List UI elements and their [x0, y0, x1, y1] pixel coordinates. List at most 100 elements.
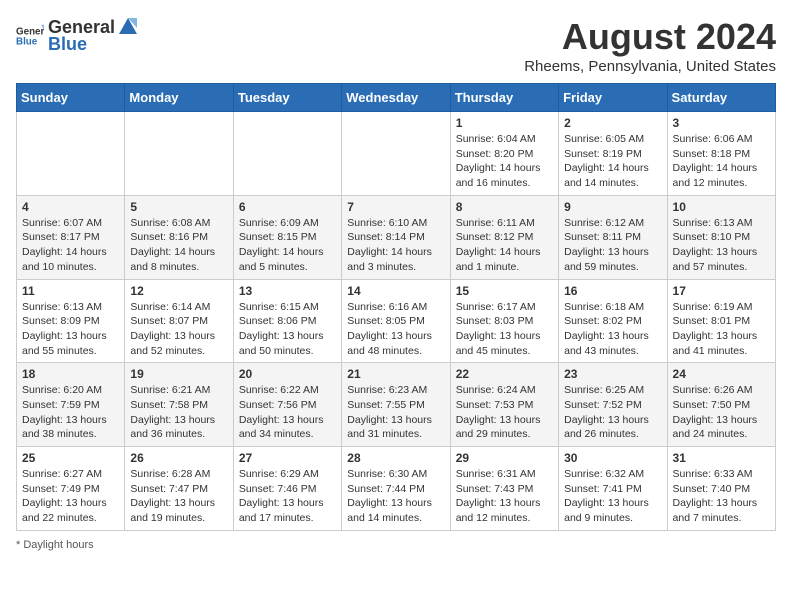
day-number: 29 [456, 451, 553, 465]
calendar-cell: 29 Sunrise: 6:31 AM Sunset: 7:43 PM Dayli… [450, 447, 558, 531]
calendar-cell: 13 Sunrise: 6:15 AM Sunset: 8:06 PM Dayli… [233, 279, 341, 363]
calendar-header-row: SundayMondayTuesdayWednesdayThursdayFrid… [17, 84, 776, 112]
day-info: Sunrise: 6:14 AM Sunset: 8:07 PM Dayligh… [130, 300, 227, 359]
calendar-cell: 10 Sunrise: 6:13 AM Sunset: 8:10 PM Dayli… [667, 195, 775, 279]
calendar-cell [342, 112, 450, 196]
day-number: 28 [347, 451, 444, 465]
day-number: 22 [456, 367, 553, 381]
calendar-cell: 3 Sunrise: 6:06 AM Sunset: 8:18 PM Daylig… [667, 112, 775, 196]
day-number: 8 [456, 200, 553, 214]
day-info: Sunrise: 6:18 AM Sunset: 8:02 PM Dayligh… [564, 300, 661, 359]
day-info: Sunrise: 6:30 AM Sunset: 7:44 PM Dayligh… [347, 467, 444, 526]
day-info: Sunrise: 6:23 AM Sunset: 7:55 PM Dayligh… [347, 383, 444, 442]
day-info: Sunrise: 6:13 AM Sunset: 8:10 PM Dayligh… [673, 216, 770, 275]
day-number: 14 [347, 284, 444, 298]
title-area: August 2024 Rheems, Pennsylvania, United… [524, 16, 776, 75]
logo: General Blue General Blue [16, 16, 139, 55]
page-header: General Blue General Blue August 2024 Rh… [16, 16, 776, 75]
day-number: 2 [564, 116, 661, 130]
calendar-cell: 6 Sunrise: 6:09 AM Sunset: 8:15 PM Daylig… [233, 195, 341, 279]
day-info: Sunrise: 6:22 AM Sunset: 7:56 PM Dayligh… [239, 383, 336, 442]
day-number: 1 [456, 116, 553, 130]
day-of-week-header: Sunday [17, 84, 125, 112]
day-info: Sunrise: 6:06 AM Sunset: 8:18 PM Dayligh… [673, 132, 770, 191]
day-number: 3 [673, 116, 770, 130]
day-info: Sunrise: 6:25 AM Sunset: 7:52 PM Dayligh… [564, 383, 661, 442]
logo-icon: General Blue [16, 22, 44, 50]
calendar-week-row: 18 Sunrise: 6:20 AM Sunset: 7:59 PM Dayli… [17, 363, 776, 447]
day-number: 30 [564, 451, 661, 465]
logo-triangle-icon [117, 16, 139, 38]
day-info: Sunrise: 6:31 AM Sunset: 7:43 PM Dayligh… [456, 467, 553, 526]
daylight-hours-label: Daylight hours [23, 539, 93, 551]
day-info: Sunrise: 6:12 AM Sunset: 8:11 PM Dayligh… [564, 216, 661, 275]
calendar-cell: 23 Sunrise: 6:25 AM Sunset: 7:52 PM Dayli… [559, 363, 667, 447]
day-info: Sunrise: 6:10 AM Sunset: 8:14 PM Dayligh… [347, 216, 444, 275]
day-number: 17 [673, 284, 770, 298]
day-number: 10 [673, 200, 770, 214]
day-number: 12 [130, 284, 227, 298]
day-info: Sunrise: 6:19 AM Sunset: 8:01 PM Dayligh… [673, 300, 770, 359]
day-number: 16 [564, 284, 661, 298]
day-info: Sunrise: 6:21 AM Sunset: 7:58 PM Dayligh… [130, 383, 227, 442]
day-info: Sunrise: 6:33 AM Sunset: 7:40 PM Dayligh… [673, 467, 770, 526]
calendar-cell: 18 Sunrise: 6:20 AM Sunset: 7:59 PM Dayli… [17, 363, 125, 447]
day-info: Sunrise: 6:20 AM Sunset: 7:59 PM Dayligh… [22, 383, 119, 442]
day-info: Sunrise: 6:28 AM Sunset: 7:47 PM Dayligh… [130, 467, 227, 526]
calendar-cell: 22 Sunrise: 6:24 AM Sunset: 7:53 PM Dayli… [450, 363, 558, 447]
calendar-cell: 27Sunrise: 6:29 AM Sunset: 7:46 PM Dayli… [233, 447, 341, 531]
month-year-title: August 2024 [524, 16, 776, 58]
calendar-cell [125, 112, 233, 196]
day-number: 25 [22, 451, 119, 465]
day-of-week-header: Wednesday [342, 84, 450, 112]
calendar-cell [17, 112, 125, 196]
calendar-table: SundayMondayTuesdayWednesdayThursdayFrid… [16, 83, 776, 531]
day-number: 27 [239, 451, 336, 465]
day-info: Sunrise: 6:04 AM Sunset: 8:20 PM Dayligh… [456, 132, 553, 191]
day-number: 24 [673, 367, 770, 381]
day-info: Sunrise: 6:27 AM Sunset: 7:49 PM Dayligh… [22, 467, 119, 526]
day-number: 20 [239, 367, 336, 381]
day-number: 21 [347, 367, 444, 381]
day-info: Sunrise: 6:15 AM Sunset: 8:06 PM Dayligh… [239, 300, 336, 359]
calendar-cell: 7 Sunrise: 6:10 AM Sunset: 8:14 PM Daylig… [342, 195, 450, 279]
day-of-week-header: Saturday [667, 84, 775, 112]
calendar-cell: 15Sunrise: 6:17 AM Sunset: 8:03 PM Dayli… [450, 279, 558, 363]
calendar-week-row: 11Sunrise: 6:13 AM Sunset: 8:09 PM Dayli… [17, 279, 776, 363]
calendar-cell: 9Sunrise: 6:12 AM Sunset: 8:11 PM Daylig… [559, 195, 667, 279]
footer-note: * Daylight hours [16, 539, 776, 551]
day-number: 13 [239, 284, 336, 298]
day-info: Sunrise: 6:07 AM Sunset: 8:17 PM Dayligh… [22, 216, 119, 275]
day-info: Sunrise: 6:08 AM Sunset: 8:16 PM Dayligh… [130, 216, 227, 275]
day-of-week-header: Monday [125, 84, 233, 112]
calendar-cell: 4 Sunrise: 6:07 AM Sunset: 8:17 PM Daylig… [17, 195, 125, 279]
calendar-cell: 1 Sunrise: 6:04 AM Sunset: 8:20 PM Daylig… [450, 112, 558, 196]
calendar-cell: 19 Sunrise: 6:21 AM Sunset: 7:58 PM Dayli… [125, 363, 233, 447]
calendar-cell: 12 Sunrise: 6:14 AM Sunset: 8:07 PM Dayli… [125, 279, 233, 363]
calendar-cell: 25 Sunrise: 6:27 AM Sunset: 7:49 PM Dayli… [17, 447, 125, 531]
day-number: 19 [130, 367, 227, 381]
calendar-cell: 26Sunrise: 6:28 AM Sunset: 7:47 PM Dayli… [125, 447, 233, 531]
day-of-week-header: Friday [559, 84, 667, 112]
day-number: 6 [239, 200, 336, 214]
calendar-cell: 17 Sunrise: 6:19 AM Sunset: 8:01 PM Dayli… [667, 279, 775, 363]
day-info: Sunrise: 6:13 AM Sunset: 8:09 PM Dayligh… [22, 300, 119, 359]
day-info: Sunrise: 6:24 AM Sunset: 7:53 PM Dayligh… [456, 383, 553, 442]
day-info: Sunrise: 6:09 AM Sunset: 8:15 PM Dayligh… [239, 216, 336, 275]
day-number: 4 [22, 200, 119, 214]
day-info: Sunrise: 6:11 AM Sunset: 8:12 PM Dayligh… [456, 216, 553, 275]
calendar-cell: 20 Sunrise: 6:22 AM Sunset: 7:56 PM Dayli… [233, 363, 341, 447]
calendar-cell: 2 Sunrise: 6:05 AM Sunset: 8:19 PM Daylig… [559, 112, 667, 196]
day-info: Sunrise: 6:16 AM Sunset: 8:05 PM Dayligh… [347, 300, 444, 359]
calendar-cell: 28 Sunrise: 6:30 AM Sunset: 7:44 PM Dayli… [342, 447, 450, 531]
day-number: 23 [564, 367, 661, 381]
day-info: Sunrise: 6:05 AM Sunset: 8:19 PM Dayligh… [564, 132, 661, 191]
calendar-cell: 5Sunrise: 6:08 AM Sunset: 8:16 PM Daylig… [125, 195, 233, 279]
day-number: 7 [347, 200, 444, 214]
day-info: Sunrise: 6:17 AM Sunset: 8:03 PM Dayligh… [456, 300, 553, 359]
calendar-cell: 30 Sunrise: 6:32 AM Sunset: 7:41 PM Dayli… [559, 447, 667, 531]
calendar-week-row: 4 Sunrise: 6:07 AM Sunset: 8:17 PM Daylig… [17, 195, 776, 279]
day-number: 18 [22, 367, 119, 381]
day-info: Sunrise: 6:32 AM Sunset: 7:41 PM Dayligh… [564, 467, 661, 526]
calendar-week-row: 25 Sunrise: 6:27 AM Sunset: 7:49 PM Dayli… [17, 447, 776, 531]
